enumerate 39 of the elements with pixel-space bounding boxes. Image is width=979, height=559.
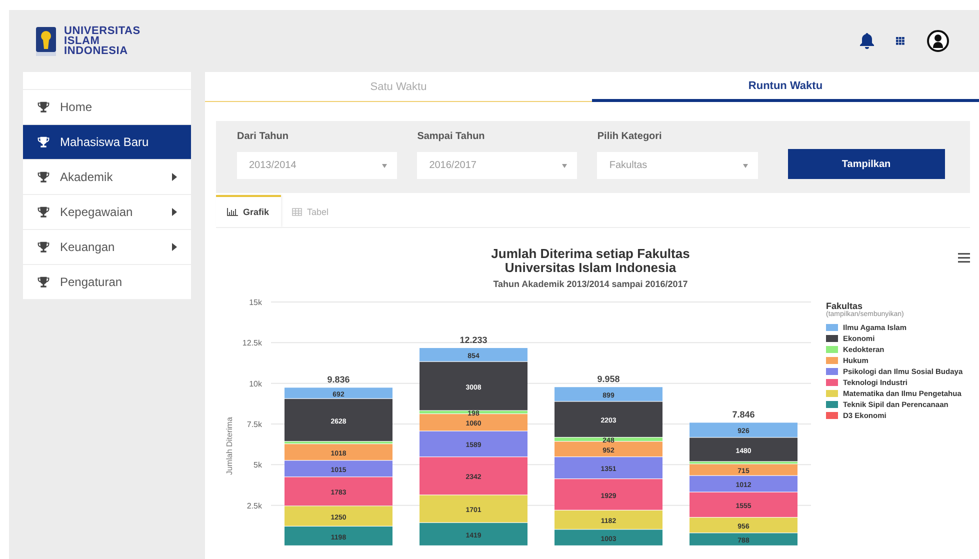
dropdown-caret-icon [742, 164, 748, 168]
legend-title: Fakultas [826, 301, 863, 311]
university-logo-icon [36, 26, 56, 56]
trophy-icon [37, 136, 50, 148]
dropdown-caret-icon [562, 164, 568, 168]
sidebar-item[interactable]: Mahasiswa Baru [23, 125, 191, 160]
show-button[interactable]: Tampilkan [788, 149, 945, 179]
total-label: 9.958 [597, 374, 620, 384]
table-icon [292, 208, 302, 216]
total-label: 7.846 [732, 410, 755, 420]
dropdown-caret-icon [382, 164, 388, 168]
axis-tick-label: 15k [249, 298, 262, 307]
axis-tick-label: 5k [254, 460, 262, 470]
axis-title: Jumlah Diterima [225, 417, 234, 475]
chart-title: Universitas Islam Indonesia [504, 261, 676, 275]
apps-grid-icon[interactable] [896, 37, 905, 45]
filter-label: Sampai Tahun [417, 131, 486, 142]
logo-text: UNIVERSITAS ISLAM INDONESIA [64, 26, 140, 56]
chart-title: Jumlah Diterima setiap Fakultas [491, 247, 690, 261]
axis-tick-label: 2.5k [246, 501, 262, 510]
axis-tick-label: 10k [249, 379, 262, 388]
total-label: 12.233 [460, 335, 488, 346]
filter-label: Dari Tahun [237, 131, 290, 142]
menu-icon[interactable] [958, 253, 970, 263]
trophy-icon [37, 276, 50, 288]
bar-chart-icon [227, 208, 238, 216]
trophy-icon [37, 240, 50, 254]
axis-tick-label: 12.5k [242, 338, 262, 348]
view-tab[interactable]: Grafik [216, 195, 282, 227]
user-avatar-icon[interactable] [927, 30, 949, 52]
trophy-icon [37, 100, 50, 114]
axis-tick-label: 7.5k [246, 420, 262, 429]
total-label: 9.836 [327, 374, 350, 385]
filter-label: Pilih Kategori [597, 131, 663, 142]
chart-subtitle: Tahun Akademik 2013/2014 sampai 2016/2017 [493, 279, 688, 289]
bell-icon[interactable] [860, 33, 874, 49]
trophy-icon [37, 206, 50, 218]
mode-tab[interactable]: Runtun Waktu [592, 72, 979, 102]
trophy-icon [37, 170, 50, 184]
